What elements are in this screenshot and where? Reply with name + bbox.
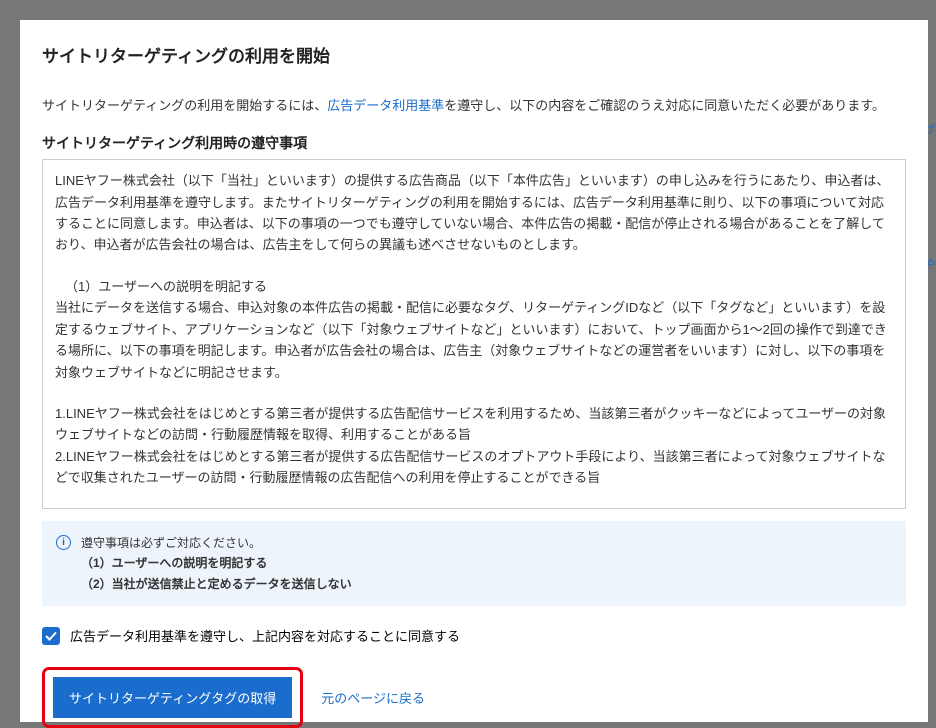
highlight-annotation: サイトリターゲティングタグの取得 (42, 667, 303, 728)
intro-suffix: を遵守し、以下の内容をご確認のうえ対応に同意いただく必要があります。 (444, 98, 885, 113)
terms-scrollbox[interactable]: LINEヤフー株式会社（以下「当社」といいます）の提供する広告商品（以下「本件広… (42, 159, 906, 509)
action-row: サイトリターゲティングタグの取得 元のページに戻る (42, 667, 906, 728)
terms-paragraph-1: LINEヤフー株式会社（以下「当社」といいます）の提供する広告商品（以下「本件広… (55, 170, 893, 256)
terms-subheading-1: （1）ユーザーへの説明を明記する (65, 276, 893, 297)
modal-dialog: サイトリターゲティングの利用を開始 サイトリターゲティングの利用を開始するには、… (20, 20, 928, 722)
agree-label: 広告データ利用基準を遵守し、上記内容を対応することに同意する (70, 626, 460, 645)
checkmark-icon (45, 630, 57, 642)
intro-prefix: サイトリターゲティングの利用を開始するには、 (42, 98, 327, 113)
notice-line-3: （2）当社が送信禁止と定めるデータを送信しない (81, 574, 352, 594)
modal-title: サイトリターゲティングの利用を開始 (42, 42, 906, 67)
info-icon: i (56, 535, 71, 550)
notice-content: 遵守事項は必ずご対応ください。 （1）ユーザーへの説明を明記する （2）当社が送… (81, 533, 352, 594)
notice-line-1: 遵守事項は必ずご対応ください。 (81, 533, 352, 553)
intro-link[interactable]: 広告データ利用基準 (327, 98, 444, 113)
agree-row: 広告データ利用基準を遵守し、上記内容を対応することに同意する (42, 626, 906, 645)
notice-box: i 遵守事項は必ずご対応ください。 （1）ユーザーへの説明を明記する （2）当社… (42, 521, 906, 606)
terms-heading: サイトリターゲティング利用時の遵守事項 (42, 133, 906, 153)
terms-paragraph-2: 当社にデータを送信する場合、申込対象の本件広告の掲載・配信に必要なタグ、リターゲ… (55, 297, 893, 383)
terms-item-1: 1.LINEヤフー株式会社をはじめとする第三者が提供する広告配信サービスを利用す… (55, 403, 893, 446)
get-tag-button[interactable]: サイトリターゲティングタグの取得 (53, 677, 292, 718)
notice-line-2: （1）ユーザーへの説明を明記する (81, 553, 352, 573)
agree-checkbox[interactable] (42, 627, 60, 645)
back-link[interactable]: 元のページに戻る (321, 688, 425, 707)
intro-text: サイトリターゲティングの利用を開始するには、広告データ利用基準を遵守し、以下の内… (42, 95, 906, 117)
terms-item-2: 2.LINEヤフー株式会社をはじめとする第三者が提供する広告配信サービスのオプト… (55, 446, 893, 489)
